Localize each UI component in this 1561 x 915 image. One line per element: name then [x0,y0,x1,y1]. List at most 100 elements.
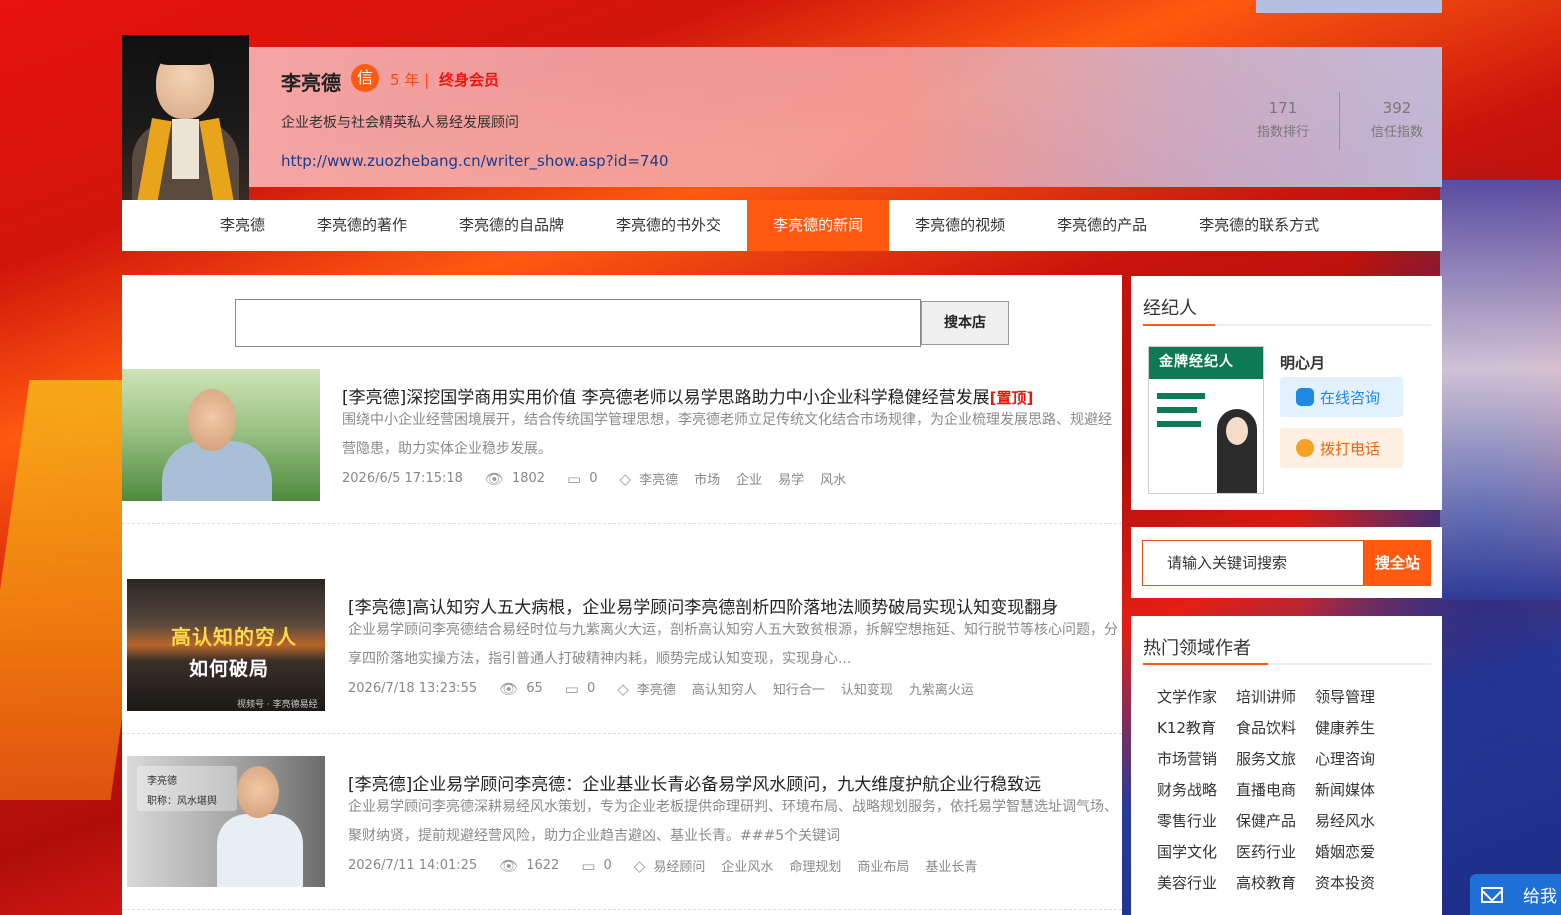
writer-homepage-link[interactable]: http://www.zuozhebang.cn/writer_show.asp… [281,152,669,170]
mail-icon [1481,886,1503,903]
news-tag[interactable]: 易经顾问 [653,856,705,875]
online-consult-button[interactable]: 在线咨询 [1280,377,1403,417]
stat-rank: 171 指数排行 [1238,99,1328,140]
hot-author-category[interactable]: 保健产品 [1236,810,1296,831]
hot-author-category[interactable]: 服务文旅 [1236,748,1296,769]
news-divider [122,733,1122,734]
background-top-bar [1256,0,1442,13]
agent-poster[interactable]: 金牌经纪人 [1148,346,1264,494]
news-tag[interactable]: 市场 [694,469,720,488]
feedback-label: 给我 [1523,887,1557,907]
thumbnail-caption: 李亮德 [147,776,177,787]
news-tag[interactable]: 易学 [778,469,804,488]
news-tag[interactable]: 基业长青 [925,856,977,875]
hot-author-category[interactable]: 培训讲师 [1236,686,1296,707]
comment-icon: ▭ [567,469,582,488]
news-title-text[interactable]: [李亮德]高认知穷人五大病根，企业易学顾问李亮德剖析四阶落地法顺势破局实现认知变… [348,598,1058,618]
hot-author-category[interactable]: 婚姻恋爱 [1315,841,1375,862]
hot-authors-title: 热门领域作者 [1143,638,1251,659]
news-comments: 0 [603,858,612,873]
news-tag[interactable]: 企业 [736,469,762,488]
nav-item-contact[interactable]: 李亮德的联系方式 [1173,200,1345,251]
news-thumbnail[interactable]: 高认知的穷人 如何破局 视频号 · 李亮德易经国学智慧 [127,579,325,711]
hot-author-category[interactable]: 市场营销 [1157,748,1217,769]
news-tag[interactable]: 风水 [820,469,846,488]
hot-author-category[interactable]: 医药行业 [1236,841,1296,862]
news-title[interactable]: [李亮德]深挖国学商用实用价值 李亮德老师以易学思路助力中小企业科学稳健经营发展… [342,383,1033,408]
thumbnail-watermark: 视频号 · 李亮德易经国学智慧 [237,700,318,710]
site-search-button[interactable]: 搜全站 [1364,540,1431,586]
news-title-text[interactable]: [李亮德]深挖国学商用实用价值 李亮德老师以易学思路助力中小企业科学稳健经营发展 [342,388,990,408]
news-tag[interactable]: 李亮德 [639,469,678,488]
news-tag[interactable]: 认知变现 [841,679,893,698]
nav-item-videos[interactable]: 李亮德的视频 [889,200,1031,251]
agent-box: 经纪人 金牌经纪人 明心月 在线咨询 拨打电话 [1131,276,1442,510]
comment-icon: ▭ [564,679,579,698]
feedback-button[interactable]: 给我 [1470,874,1561,915]
news-summary: 围绕中小企业经营困境展开，结合传统国学管理思想，李亮德老师立足传统文化结合市场规… [342,412,1112,457]
hot-author-category[interactable]: 高校教育 [1236,872,1296,893]
agent-title-underline [1143,324,1431,326]
writer-avatar[interactable] [122,35,249,200]
news-comments: 0 [589,471,598,486]
hot-author-category[interactable]: 易经风水 [1315,810,1375,831]
news-tag[interactable]: 李亮德 [637,679,676,698]
writer-bio: 企业老板与社会精英私人易经发展顾问 [281,115,519,131]
stat-trust: 392 信任指数 [1352,99,1442,140]
hot-author-category[interactable]: 食品饮料 [1236,717,1296,738]
writer-info-panel: 李亮德 信 5 年 | 终身会员 企业老板与社会精英私人易经发展顾问 http:… [249,47,1442,187]
thumbnail-caption: 职称：风水堪舆 [147,796,217,807]
nav-item-diplomacy[interactable]: 李亮德的书外交 [590,200,747,251]
news-views: 1802 [511,471,546,486]
hot-author-category[interactable]: 领导管理 [1315,686,1375,707]
comment-icon: ▭ [581,856,596,875]
agent-name: 明心月 [1280,354,1326,372]
hot-author-category[interactable]: 新闻媒体 [1315,779,1375,800]
news-tag[interactable]: 知行合一 [773,679,825,698]
thumbnail-caption: 高认知的穷人 [171,625,297,649]
news-meta: 2026/7/11 14:01:25 👁 1622 ▭ 0 ◇ 易经顾问 企业风水 … [348,856,993,876]
call-button[interactable]: 拨打电话 [1280,428,1403,468]
nav-item-brand[interactable]: 李亮德的自品牌 [433,200,590,251]
news-divider [122,909,1122,910]
news-tag[interactable]: 九紫离火运 [909,679,974,698]
news-tag[interactable]: 高认知穷人 [692,679,757,698]
news-tag[interactable]: 企业风水 [721,856,773,875]
nav-item-books[interactable]: 李亮德的著作 [291,200,433,251]
nav-item-products[interactable]: 李亮德的产品 [1031,200,1173,251]
news-date: 2026/7/11 14:01:25 [348,858,478,873]
news-thumbnail[interactable]: 李亮德 职称：风水堪舆 [127,756,325,887]
news-title-text[interactable]: [李亮德]企业易学顾问李亮德：企业基业长青必备易学风水顾问，九大维度护航企业行稳… [348,775,1041,795]
news-meta: 2026/7/18 13:23:55 👁 65 ▭ 0 ◇ 李亮德 高认知穷人 知行… [348,679,990,699]
eye-icon: 👁 [484,469,504,488]
tag-icon: ◇ [619,469,632,488]
chat-icon [1296,388,1314,406]
hot-author-category[interactable]: 财务战略 [1157,779,1217,800]
hot-author-category[interactable]: 国学文化 [1157,841,1217,862]
hot-author-category[interactable]: 资本投资 [1315,872,1375,893]
hot-author-category[interactable]: 健康养生 [1315,717,1375,738]
news-tag[interactable]: 命理规划 [789,856,841,875]
hot-author-category[interactable]: 心理咨询 [1315,748,1375,769]
eye-icon: 👁 [499,856,519,875]
tag-icon: ◇ [617,679,629,698]
hot-author-category[interactable]: K12教育 [1157,717,1216,738]
news-date: 2026/7/18 13:23:55 [348,681,478,696]
site-search-input[interactable]: 请输入关键词搜索 [1142,540,1364,586]
shop-search-input[interactable] [235,299,921,347]
nav-item-home[interactable]: 李亮德 [194,200,291,251]
writer-header: 李亮德 信 5 年 | 终身会员 企业老板与社会精英私人易经发展顾问 http:… [122,35,1442,200]
nav-item-news[interactable]: 李亮德的新闻 [747,200,890,251]
hot-author-category[interactable]: 文学作家 [1157,686,1217,707]
shop-search-button[interactable]: 搜本店 [921,301,1009,345]
hot-author-category[interactable]: 美容行业 [1157,872,1217,893]
news-thumbnail[interactable] [122,369,320,501]
hot-author-category[interactable]: 直播电商 [1236,779,1296,800]
writer-nav: 李亮德 李亮德的著作 李亮德的自品牌 李亮德的书外交 李亮德的新闻 李亮德的视频… [122,200,1442,251]
news-title[interactable]: [李亮德]企业易学顾问李亮德：企业基业长青必备易学风水顾问，九大维度护航企业行稳… [348,770,1041,795]
news-tag[interactable]: 商业布局 [857,856,909,875]
hot-author-category[interactable]: 零售行业 [1157,810,1217,831]
news-title[interactable]: [李亮德]高认知穷人五大病根，企业易学顾问李亮德剖析四阶落地法顺势破局实现认知变… [348,593,1058,618]
stat-rank-label: 指数排行 [1256,125,1309,140]
news-divider [122,523,1122,524]
